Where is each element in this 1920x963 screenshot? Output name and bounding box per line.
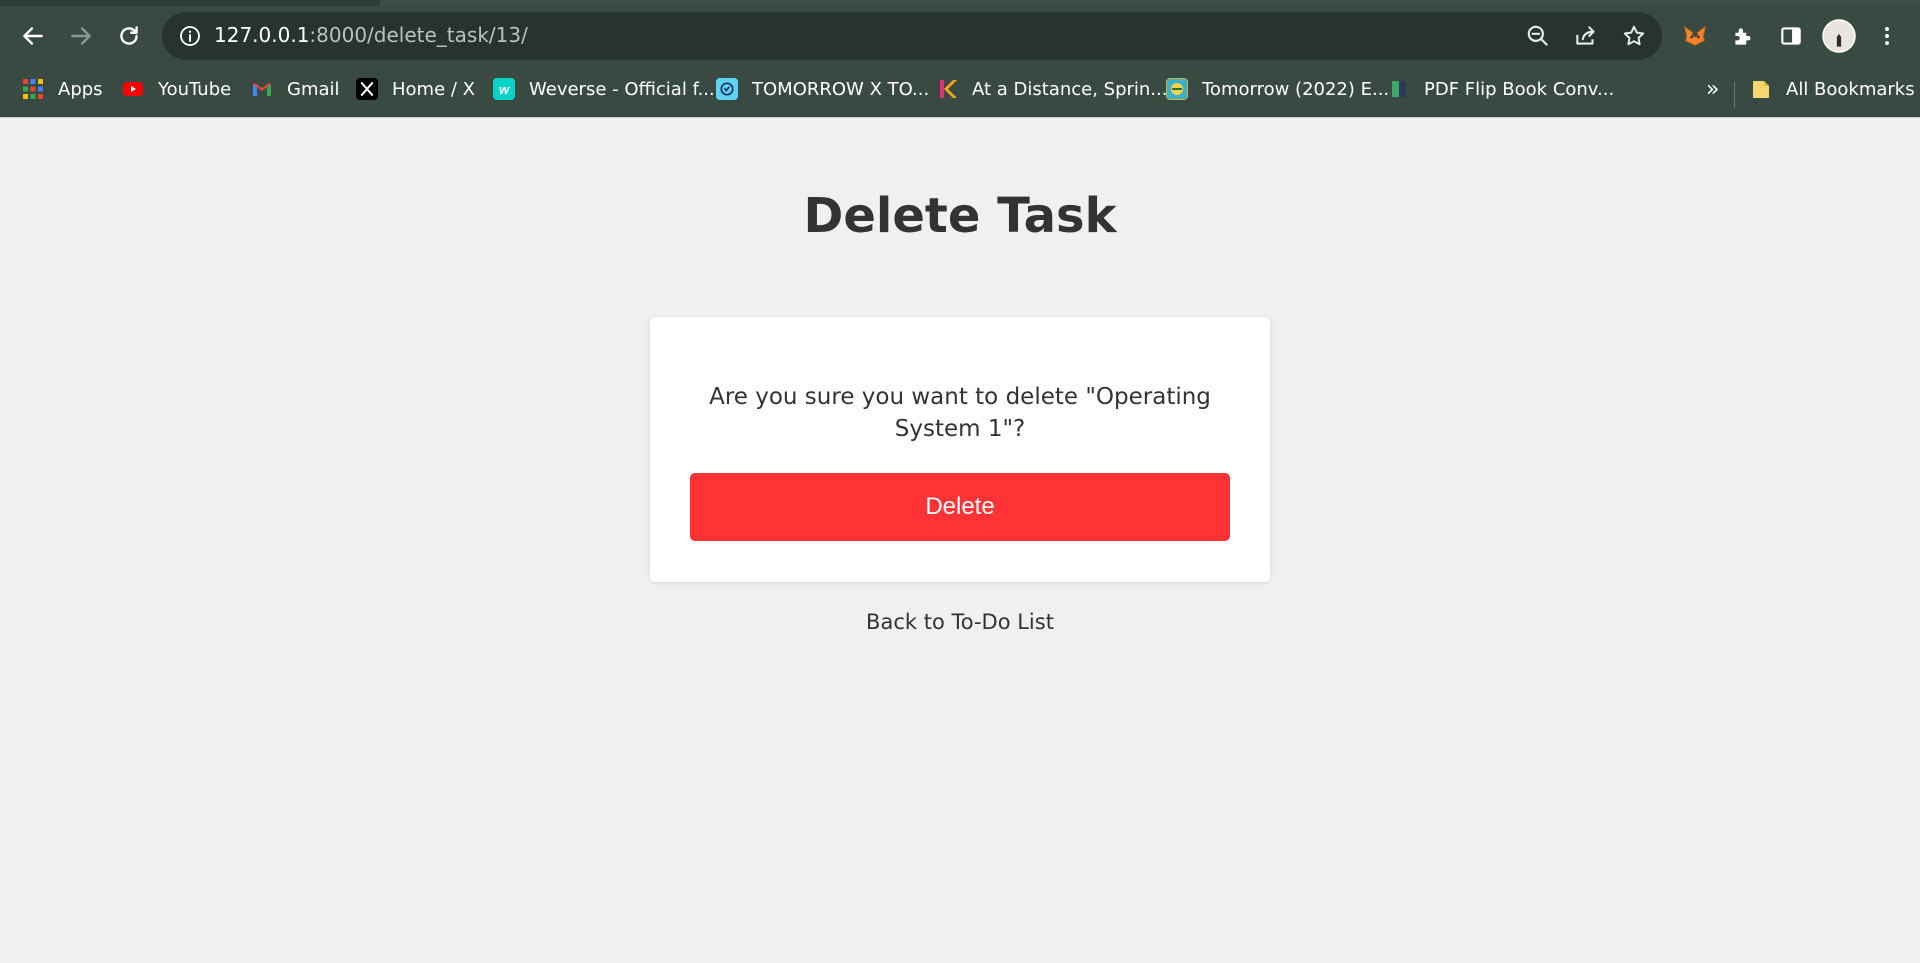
bookmark-label: Weverse - Official f... (529, 78, 715, 100)
bookmark-gmail[interactable]: Gmail (251, 74, 340, 104)
bookmark-label: Apps (58, 78, 103, 100)
bookmark-label: PDF Flip Book Conv... (1424, 78, 1615, 100)
bookmark-label: At a Distance, Sprin... (972, 78, 1168, 100)
site-info-icon[interactable] (178, 24, 202, 48)
x-logo-icon (356, 78, 378, 100)
active-tab-edge[interactable] (380, 0, 1920, 6)
book-icon (1388, 78, 1410, 100)
profile-avatar-icon[interactable] (1819, 16, 1859, 56)
forward-arrow-icon[interactable] (61, 16, 101, 56)
bookmark-txt[interactable]: TOMORROW X TO... (716, 74, 929, 104)
metamask-fox-icon[interactable] (1675, 16, 1715, 56)
bookmark-star-icon[interactable] (1620, 22, 1648, 50)
bookmark-youtube[interactable]: YouTube (122, 74, 231, 104)
browser-toolbar: 127.0.0.1:8000/delete_task/13/ (0, 8, 1920, 64)
address-bar[interactable]: 127.0.0.1:8000/delete_task/13/ (162, 12, 1662, 60)
drama-icon (1166, 78, 1188, 100)
bookmark-label: Tomorrow (2022) E... (1202, 78, 1390, 100)
reload-icon[interactable] (109, 16, 149, 56)
share-icon[interactable] (1572, 22, 1600, 50)
bookmark-label: All Bookmarks (1786, 78, 1915, 100)
bookmark-label: Home / X (392, 78, 475, 100)
txt-icon (716, 78, 738, 100)
url-host: 127.0.0.1 (214, 23, 310, 47)
weverse-icon: w (493, 78, 515, 100)
bookmark-tomorrow-2022[interactable]: Tomorrow (2022) E... (1166, 74, 1389, 104)
folder-icon (1750, 78, 1772, 100)
bookmarks-bar: Apps YouTube Gmail Home / X w Weverse - … (0, 68, 1920, 110)
bookmark-at-a-distance[interactable]: At a Distance, Sprin... (936, 74, 1168, 104)
zoom-out-icon[interactable] (1524, 22, 1552, 50)
url-text[interactable]: 127.0.0.1:8000/delete_task/13/ (214, 23, 528, 47)
url-path: :8000/delete_task/13/ (309, 23, 528, 47)
back-arrow-icon[interactable] (13, 16, 53, 56)
bookmark-home-x[interactable]: Home / X (356, 74, 475, 104)
bookmarks-overflow-button[interactable]: » (1706, 74, 1719, 104)
page-title: Delete Task (803, 188, 1117, 244)
bookmark-label: Gmail (287, 78, 340, 100)
bookmark-label: TOMORROW X TO... (752, 78, 930, 100)
bookmarks-divider (1734, 82, 1735, 108)
back-to-list-label[interactable]: Back to To-Do List (866, 610, 1054, 634)
apps-grid-icon (22, 78, 44, 100)
extensions-puzzle-icon[interactable] (1723, 16, 1763, 56)
bookmark-pdf-flip-book[interactable]: PDF Flip Book Conv... (1388, 74, 1614, 104)
youtube-icon (122, 78, 144, 100)
delete-button[interactable]: Delete (690, 473, 1230, 541)
tab-strip (0, 0, 1920, 6)
back-to-list-link: Back to To-Do List (0, 610, 1920, 634)
kodansha-icon (936, 78, 958, 100)
confirm-message: Are you sure you want to delete "Operati… (709, 384, 1211, 442)
bookmark-weverse[interactable]: w Weverse - Official f... (493, 74, 715, 104)
browser-chrome: 127.0.0.1:8000/delete_task/13/ Apps YouT… (0, 0, 1920, 118)
chrome-divider (0, 117, 1920, 118)
confirm-card: Are you sure you want to delete "Operati… (650, 317, 1270, 582)
browser-menu-icon[interactable] (1867, 16, 1907, 56)
overflow-chevron: » (1706, 76, 1720, 102)
gmail-icon (251, 78, 273, 100)
bookmark-label: YouTube (158, 78, 232, 100)
bookmark-apps[interactable]: Apps (22, 74, 103, 104)
all-bookmarks-folder[interactable]: All Bookmarks (1750, 74, 1915, 104)
side-panel-icon[interactable] (1771, 16, 1811, 56)
